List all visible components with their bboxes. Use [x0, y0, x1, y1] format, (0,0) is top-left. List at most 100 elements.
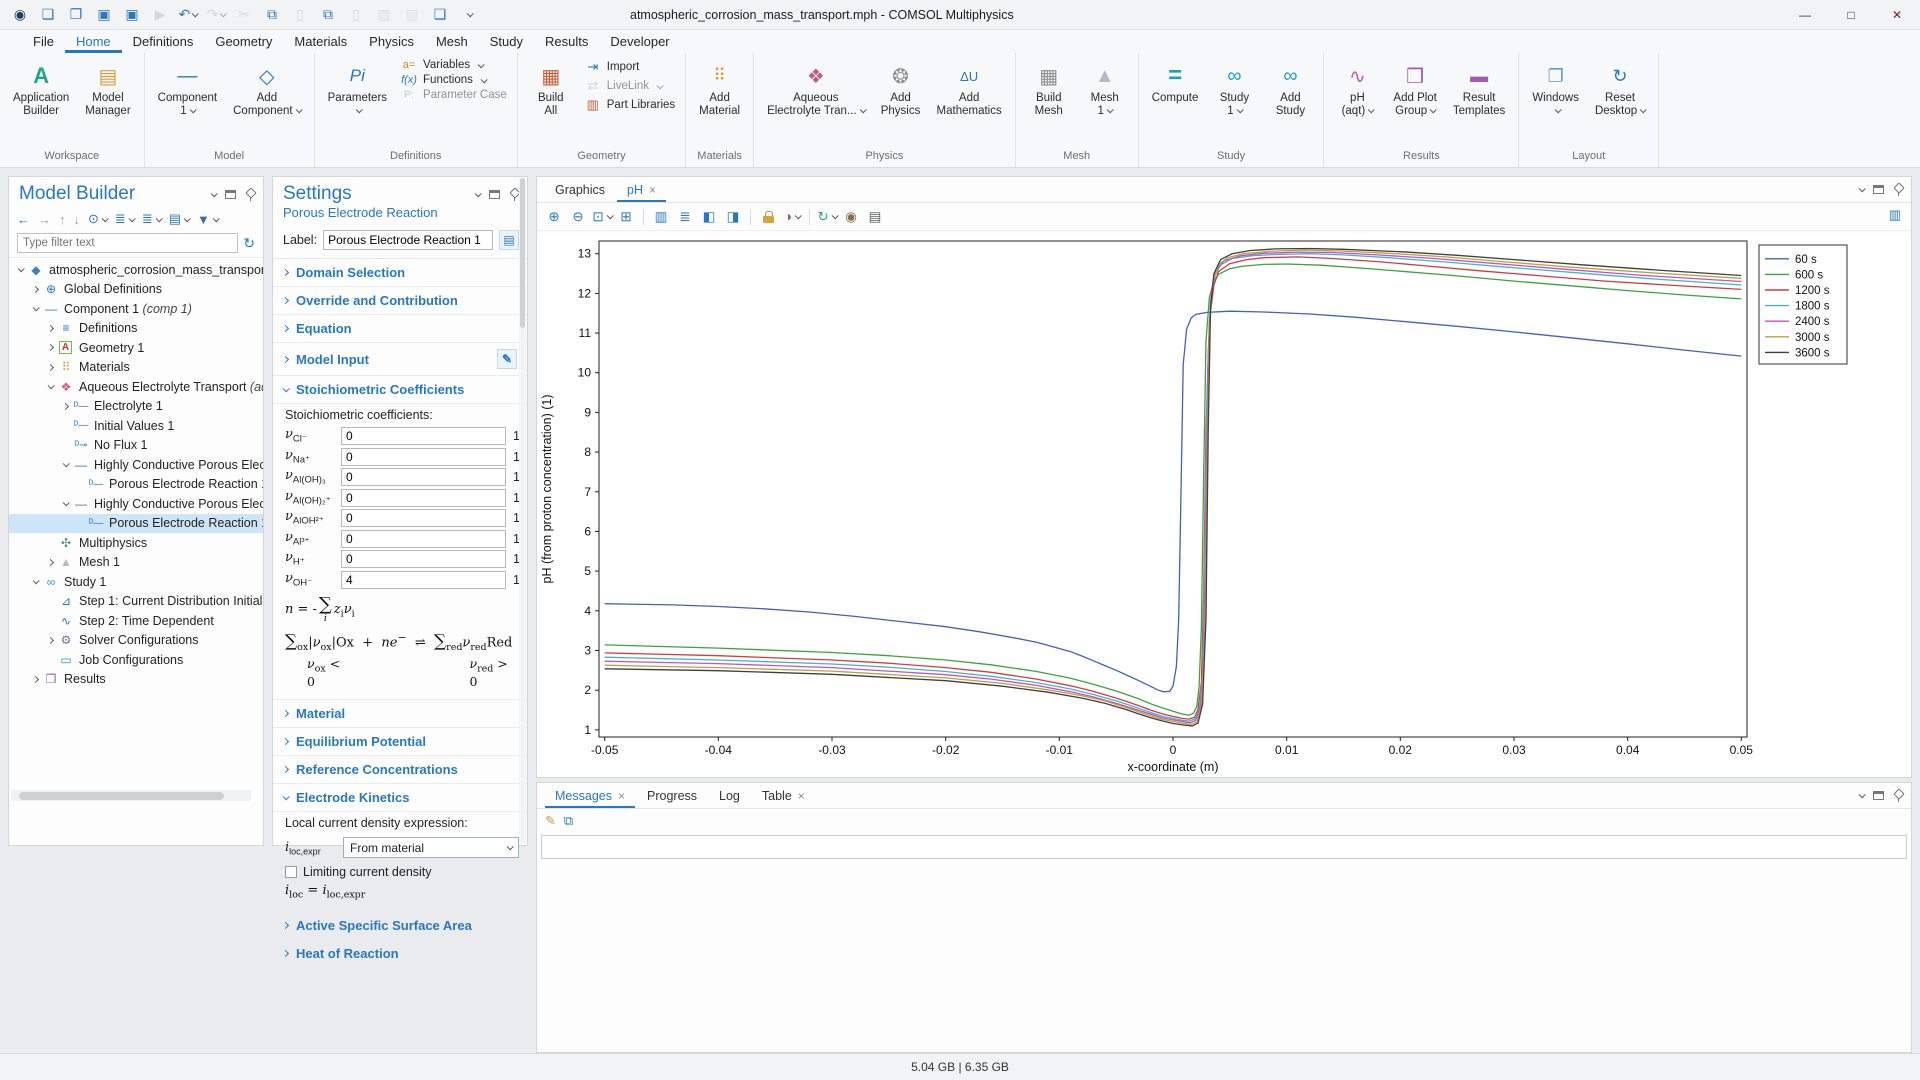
nu-na-input[interactable] — [341, 448, 506, 466]
minimize-button[interactable]: — — [1782, 0, 1828, 30]
lock-icon[interactable] — [757, 206, 779, 228]
ribbon-reset-desktop[interactable]: ↻ResetDesktop — [1588, 57, 1652, 147]
tab-table[interactable]: Table× — [752, 785, 815, 808]
plot-left-icon[interactable]: ◧ — [698, 206, 720, 228]
scene-icon[interactable]: ◑ — [781, 206, 803, 228]
section-stoichiometric-coefficients[interactable]: Stoichiometric Coefficients — [273, 376, 527, 404]
zoom-in-icon[interactable]: ⊕ — [543, 206, 565, 228]
tree-item-highly-conductive-porous-electrode-c[interactable]: —Highly Conductive Porous Electrode - C — [9, 494, 263, 514]
tree-item-atmospheric-corrosion-mass-transport-mph[interactable]: ◆atmospheric_corrosion_mass_transport.mp… — [9, 260, 263, 280]
filter-icon[interactable]: ▼ — [197, 212, 218, 227]
nu-al-oh-input[interactable] — [341, 468, 506, 486]
tree-caret-icon[interactable] — [43, 638, 57, 643]
tree-caret-icon[interactable] — [28, 677, 42, 682]
zoom-out-icon[interactable]: ⊖ — [567, 206, 589, 228]
tree-item-porous-electrode-reaction-1[interactable]: ᴰ—Porous Electrode Reaction 1 — [9, 514, 263, 534]
float-icon[interactable] — [1873, 185, 1884, 194]
plot-canvas[interactable]: -0.05-0.04-0.03-0.02-0.0100.010.020.030.… — [537, 233, 1911, 777]
float-icon[interactable] — [225, 190, 236, 199]
ribbon-build-all[interactable]: ▦BuildAll — [524, 57, 578, 147]
ribbon-build-mesh[interactable]: ▦BuildMesh — [1022, 57, 1076, 147]
save-as-icon[interactable]: ▣ — [120, 4, 144, 26]
ribbon-functions[interactable]: f(x)Functions — [400, 74, 507, 86]
tree-item-results[interactable]: ❒Results — [9, 670, 263, 690]
float-icon[interactable] — [1873, 791, 1884, 800]
new-file-icon[interactable]: ❏ — [36, 4, 60, 26]
ribbon-part-libraries[interactable]: ▥Part Libraries — [584, 97, 675, 113]
section-material[interactable]: Material — [273, 700, 527, 728]
menu-definitions[interactable]: Definitions — [122, 32, 205, 53]
tree-item-step-2-time-dependent[interactable]: ∿Step 2: Time Dependent — [9, 611, 263, 631]
ribbon-import[interactable]: ⇥Import — [584, 59, 675, 75]
tree-caret-icon[interactable] — [58, 501, 72, 506]
tree-item-definitions[interactable]: ≡Definitions — [9, 319, 263, 339]
comsol-logo-icon[interactable]: ◉ — [8, 4, 32, 26]
tab-messages[interactable]: Messages× — [545, 785, 635, 808]
move-down-icon[interactable]: ↓ — [74, 212, 81, 227]
close-icon[interactable]: × — [618, 789, 625, 803]
tree-item-electrolyte-1[interactable]: ᴰ—Electrolyte 1 — [9, 397, 263, 417]
tree-item-study-1[interactable]: ∞Study 1 — [9, 572, 263, 592]
section-equilibrium-potential[interactable]: Equilibrium Potential — [273, 728, 527, 756]
tree-item-solver-configurations[interactable]: ⚙Solver Configurations — [9, 631, 263, 651]
float-icon[interactable] — [489, 190, 500, 199]
close-button[interactable]: ✕ — [1874, 0, 1920, 30]
menu-materials[interactable]: Materials — [283, 32, 358, 53]
section-active-specific-surface-area[interactable]: Active Specific Surface Area — [273, 912, 527, 940]
snapshot-icon[interactable]: ◉ — [840, 206, 862, 228]
move-up-icon[interactable]: ↑ — [59, 212, 66, 227]
show-icon[interactable]: ⊙ — [88, 211, 107, 227]
tree-item-global-definitions[interactable]: ⊕Global Definitions — [9, 280, 263, 300]
tree-caret-icon[interactable] — [58, 404, 72, 409]
tab-graphics[interactable]: Graphics — [545, 179, 615, 202]
menu-file[interactable]: File — [22, 32, 65, 53]
tree-item-no-flux-1[interactable]: ᴰ⊸No Flux 1 — [9, 436, 263, 456]
panel-menu-icon[interactable] — [1859, 185, 1866, 192]
update-icon[interactable]: ↻ — [816, 206, 838, 228]
menu-study[interactable]: Study — [479, 32, 534, 53]
tab-log[interactable]: Log — [709, 785, 750, 808]
menu-geometry[interactable]: Geometry — [204, 32, 283, 53]
tree-caret-icon[interactable] — [43, 560, 57, 565]
close-icon[interactable]: × — [798, 789, 805, 803]
section-reference-concentrations[interactable]: Reference Concentrations — [273, 756, 527, 784]
section-heat-of-reaction[interactable]: Heat of Reaction — [273, 940, 527, 967]
rename-icon[interactable]: ▤ — [499, 230, 519, 250]
pen-icon[interactable]: ✎ — [545, 813, 556, 829]
close-icon[interactable]: × — [649, 183, 656, 197]
pin-icon[interactable] — [509, 188, 519, 201]
tree-item-aqueous-electrolyte-transport[interactable]: ❖Aqueous Electrolyte Transport (aqt) — [9, 377, 263, 397]
section-electrode-kinetics[interactable]: Electrode Kinetics — [273, 784, 527, 812]
pin-icon[interactable] — [245, 188, 255, 201]
panel-menu-icon[interactable] — [1859, 791, 1866, 798]
tree-item-porous-electrode-reaction-1[interactable]: ᴰ—Porous Electrode Reaction 1 — [9, 475, 263, 495]
nu-al-oh-input[interactable] — [341, 489, 506, 507]
limiting-current-density-checkbox[interactable] — [285, 866, 297, 878]
expand-icon[interactable]: ≣ — [115, 211, 134, 227]
plot-frame-icon[interactable]: ◨ — [722, 206, 744, 228]
tree-item-materials[interactable]: ⠿Materials — [9, 358, 263, 378]
ribbon-variables[interactable]: a=Variables — [400, 59, 507, 71]
menu-home[interactable]: Home — [65, 32, 122, 53]
tab-ph[interactable]: pH× — [617, 179, 666, 202]
tree-caret-icon[interactable] — [43, 365, 57, 370]
messages-output[interactable] — [541, 835, 1907, 859]
pin-icon[interactable] — [1893, 183, 1903, 196]
nu-oh-input[interactable] — [341, 571, 506, 589]
qat-menu-icon[interactable] — [456, 4, 480, 26]
ribbon-aqueous-electrolyte-tran[interactable]: ❖AqueousElectrolyte Tran... — [760, 57, 871, 147]
nu-al-input[interactable] — [341, 530, 506, 548]
copy-icon[interactable]: ⧉ — [260, 4, 284, 26]
ribbon-mesh-1[interactable]: ▲Mesh1 — [1078, 57, 1132, 147]
section-model-input[interactable]: Model Input✎ — [273, 343, 527, 376]
nu-h-input[interactable] — [341, 550, 506, 568]
section-equation[interactable]: Equation — [273, 315, 527, 343]
tree-item-step-1-current-distribution-initialization[interactable]: ⊿Step 1: Current Distribution Initializa… — [9, 592, 263, 612]
tree-item-job-configurations[interactable]: ▭Job Configurations — [9, 650, 263, 670]
tree-horizontal-scrollbar[interactable] — [11, 790, 251, 801]
edit-model-input-icon[interactable]: ✎ — [497, 349, 517, 369]
grid-icon[interactable]: ▥ — [650, 206, 672, 228]
tree-filter-input[interactable] — [17, 233, 238, 253]
tree-caret-icon[interactable] — [13, 267, 27, 272]
tree-caret-icon[interactable] — [28, 287, 42, 292]
